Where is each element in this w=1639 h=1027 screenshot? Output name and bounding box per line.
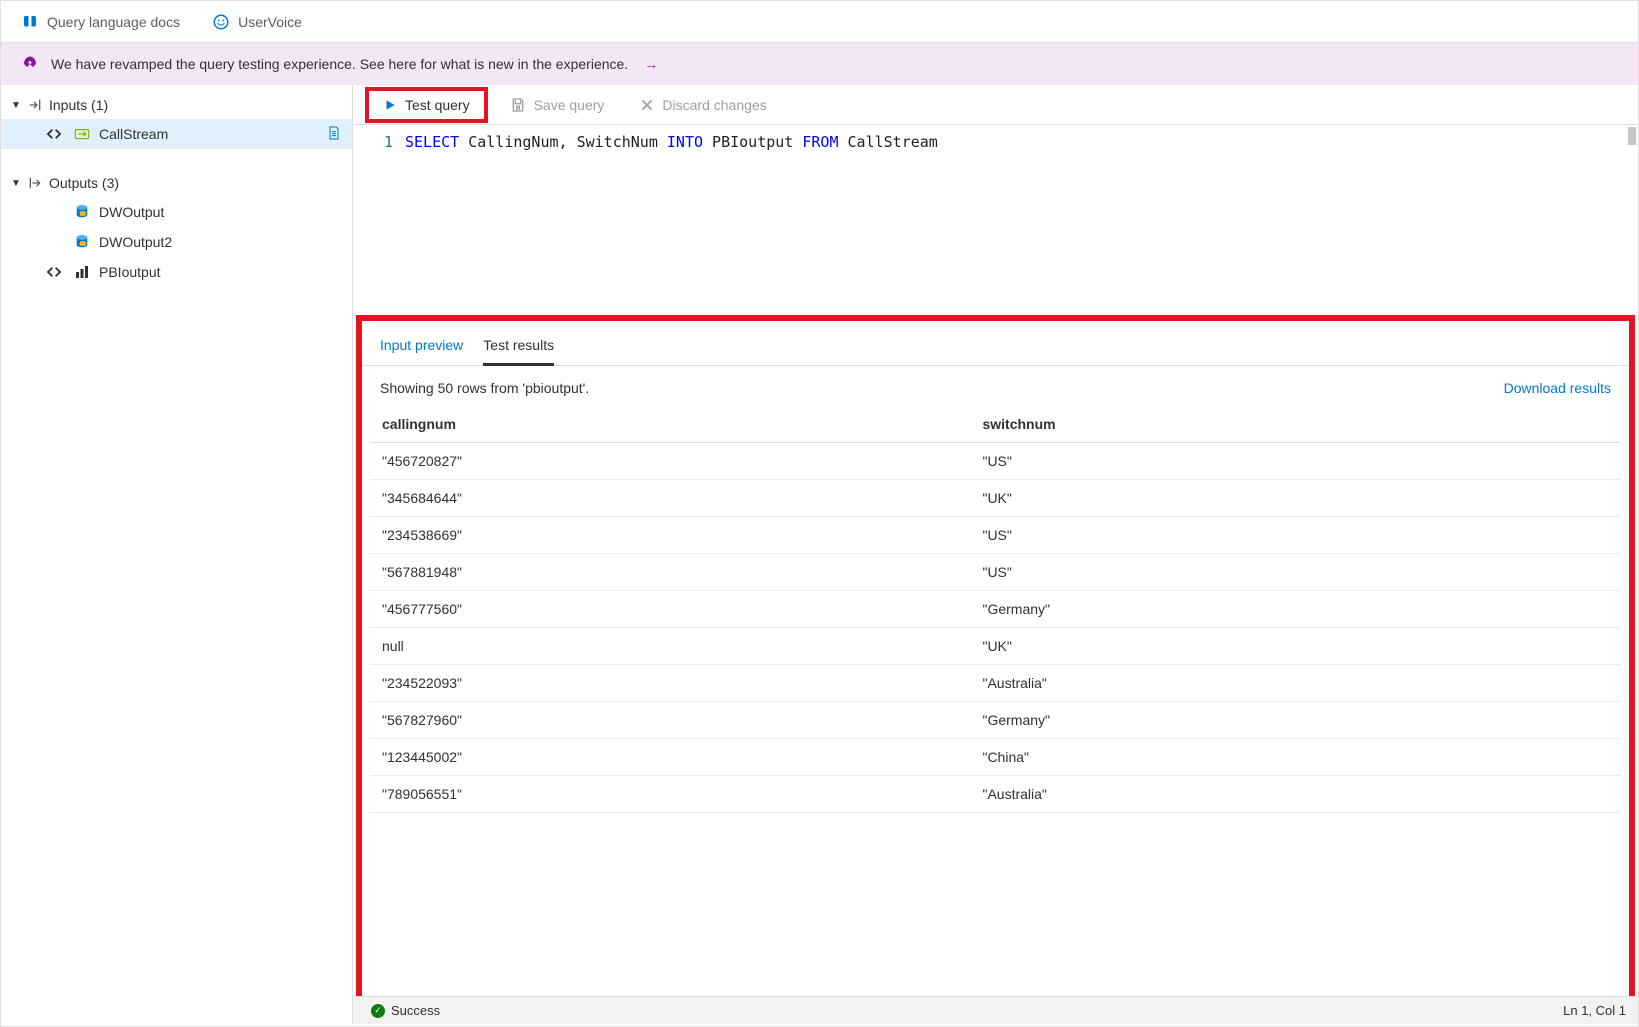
cell-callingnum: "234522093": [370, 665, 970, 702]
banner-message: We have revamped the query testing exper…: [51, 56, 628, 72]
table-row[interactable]: "234538669""US": [370, 517, 1621, 554]
cell-callingnum: null: [370, 628, 970, 665]
table-row[interactable]: "456777560""Germany": [370, 591, 1621, 628]
document-icon: [326, 125, 342, 144]
cell-switchnum: "US": [970, 517, 1621, 554]
stream-icon: [73, 125, 91, 143]
editor-pane: Test query Save query Discard changes 1 …: [353, 85, 1638, 1024]
cell-callingnum: "456777560": [370, 591, 970, 628]
sidebar-item-dwoutput[interactable]: DWOutput: [1, 197, 352, 227]
tree-item-label: CallStream: [99, 126, 168, 142]
query-language-docs-link[interactable]: Query language docs: [21, 13, 180, 31]
tree-item-label: DWOutput2: [99, 234, 172, 250]
results-table: callingnum switchnum "456720827""US""345…: [370, 406, 1621, 813]
status-text: Success: [391, 1003, 440, 1018]
cell-callingnum: "456720827": [370, 443, 970, 480]
test-query-label: Test query: [405, 97, 470, 113]
table-header-row: callingnum switchnum: [370, 406, 1621, 443]
cell-callingnum: "345684644": [370, 480, 970, 517]
line-gutter: 1: [353, 133, 405, 315]
table-row[interactable]: "123445002""China": [370, 739, 1621, 776]
cell-switchnum: "Germany": [970, 591, 1621, 628]
caret-down-icon: ▼: [11, 178, 21, 189]
results-summary: Showing 50 rows from 'pbioutput'.: [380, 380, 589, 396]
test-query-button[interactable]: Test query: [365, 87, 488, 123]
success-icon: ✓: [371, 1004, 385, 1018]
cell-callingnum: "123445002": [370, 739, 970, 776]
sidebar-item-callstream[interactable]: CallStream: [1, 119, 352, 149]
info-banner: We have revamped the query testing exper…: [1, 43, 1638, 85]
cell-switchnum: "Australia": [970, 665, 1621, 702]
code-line-1[interactable]: SELECT CallingNum, SwitchNum INTO PBIout…: [405, 133, 938, 315]
cell-switchnum: "China": [970, 739, 1621, 776]
cell-callingnum: "234538669": [370, 517, 970, 554]
outputs-group-header[interactable]: ▼ Outputs (3): [1, 169, 352, 197]
table-row[interactable]: "567827960""Germany": [370, 702, 1621, 739]
cell-callingnum: "567881948": [370, 554, 970, 591]
table-row[interactable]: "456720827""US": [370, 443, 1621, 480]
inputs-icon: [27, 97, 43, 113]
code-icon: [45, 263, 63, 281]
save-query-button[interactable]: Save query: [496, 91, 619, 119]
col-header-callingnum[interactable]: callingnum: [370, 406, 970, 443]
editor-scroll-thumb[interactable]: [1628, 127, 1636, 145]
smiley-icon: [212, 13, 230, 31]
results-panel: Input preview Test results Showing 50 ro…: [356, 315, 1635, 1024]
uservoice-label: UserVoice: [238, 14, 302, 30]
results-table-scroll[interactable]: callingnum switchnum "456720827""US""345…: [370, 406, 1621, 1024]
sql-icon: [73, 203, 91, 221]
tab-input-preview[interactable]: Input preview: [380, 337, 463, 365]
outputs-header-label: Outputs (3): [49, 175, 119, 191]
cell-switchnum: "UK": [970, 628, 1621, 665]
docs-link-label: Query language docs: [47, 14, 180, 30]
powerbi-icon: [73, 263, 91, 281]
table-row[interactable]: "234522093""Australia": [370, 665, 1621, 702]
download-results-link[interactable]: Download results: [1504, 380, 1611, 396]
arrow-right-icon[interactable]: →: [644, 56, 658, 72]
save-query-label: Save query: [534, 97, 605, 113]
code-icon: [45, 125, 63, 143]
play-icon: [383, 98, 397, 112]
discard-changes-label: Discard changes: [662, 97, 766, 113]
cell-switchnum: "US": [970, 443, 1621, 480]
results-tabs: Input preview Test results: [362, 321, 1629, 366]
table-row[interactable]: "789056551""Australia": [370, 776, 1621, 813]
save-icon: [510, 97, 526, 113]
outputs-icon: [27, 175, 43, 191]
sql-icon: [73, 233, 91, 251]
col-header-switchnum[interactable]: switchnum: [970, 406, 1621, 443]
cell-callingnum: "789056551": [370, 776, 970, 813]
discard-changes-button[interactable]: Discard changes: [626, 91, 780, 119]
tree-item-label: PBIoutput: [99, 264, 161, 280]
sidebar-item-pbioutput[interactable]: PBIoutput: [1, 257, 352, 287]
uservoice-link[interactable]: UserVoice: [212, 13, 302, 31]
sidebar: ▼ Inputs (1) CallStream ▼ Outputs (3): [1, 85, 353, 1024]
table-row[interactable]: "345684644""UK": [370, 480, 1621, 517]
cell-switchnum: "US": [970, 554, 1621, 591]
rocket-icon: [21, 55, 39, 73]
top-bar: Query language docs UserVoice: [1, 1, 1638, 43]
table-row[interactable]: null"UK": [370, 628, 1621, 665]
caret-down-icon: ▼: [11, 100, 21, 111]
cell-switchnum: "Australia": [970, 776, 1621, 813]
line-number: 1: [353, 133, 393, 151]
close-icon: [640, 98, 654, 112]
tab-test-results[interactable]: Test results: [483, 337, 554, 366]
inputs-header-label: Inputs (1): [49, 97, 108, 113]
cursor-position: Ln 1, Col 1: [1563, 1003, 1626, 1018]
query-toolbar: Test query Save query Discard changes: [353, 85, 1638, 125]
cell-switchnum: "UK": [970, 480, 1621, 517]
book-icon: [21, 13, 39, 31]
cell-switchnum: "Germany": [970, 702, 1621, 739]
table-row[interactable]: "567881948""US": [370, 554, 1621, 591]
cell-callingnum: "567827960": [370, 702, 970, 739]
inputs-group-header[interactable]: ▼ Inputs (1): [1, 91, 352, 119]
tree-item-label: DWOutput: [99, 204, 164, 220]
status-bar: ✓ Success Ln 1, Col 1: [356, 996, 1635, 1024]
sidebar-item-dwoutput2[interactable]: DWOutput2: [1, 227, 352, 257]
query-editor[interactable]: 1 SELECT CallingNum, SwitchNum INTO PBIo…: [353, 125, 1638, 315]
